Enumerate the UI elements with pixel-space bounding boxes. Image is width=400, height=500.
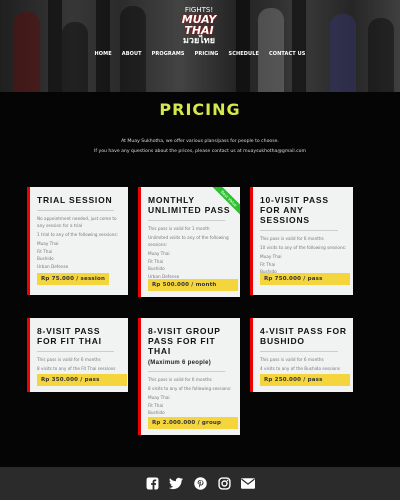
- card-list-item: Fit Thai: [148, 258, 164, 264]
- card-title: 8-VISIT GROUP PASS FOR FIT THAI: [148, 326, 221, 356]
- card-list-item: Bushido: [37, 256, 54, 261]
- card-desc: This pass is valid for 6 months: [37, 357, 101, 362]
- pricing-card-fit-thai: 8-VISIT PASS FOR FIT THAI This pass is v…: [27, 318, 128, 392]
- card-desc: 1 trial to any of the following sessions…: [37, 232, 118, 237]
- main-nav: HOME ABOUT PROGRAMS PRICING SCHEDULE CON…: [0, 51, 400, 57]
- card-list-item: Muay Thai: [148, 251, 170, 256]
- pinterest-icon[interactable]: [193, 476, 208, 491]
- card-list-item: Bushido: [148, 410, 165, 415]
- card-desc: This pass is valid for 1 month: [148, 226, 210, 231]
- card-list-item: Muay Thai: [148, 395, 170, 400]
- card-desc: This pass is valid for 6 months: [260, 357, 324, 362]
- intro-line-1: At Muay Sukhotha, we offer various plans…: [121, 139, 279, 144]
- card-title: MONTHLY UNLIMITED PASS: [148, 195, 231, 215]
- card-desc: 4 visits to any of the Bushido sessions: [260, 366, 341, 371]
- nav-pricing[interactable]: PRICING: [190, 51, 224, 57]
- pricing-card-10-visit: 10-VISIT PASS FOR ANY SESSIONS This pass…: [250, 187, 353, 295]
- card-list-item: Fit Thai: [37, 248, 53, 254]
- hero-banner: FIGHTS! MUAY THAI มวยไทย HOME ABOUT PROG…: [0, 0, 400, 92]
- card-desc: 10 visits to any of the following sessio…: [260, 245, 347, 250]
- card-title: 10-VISIT PASS FOR ANY SESSIONS: [260, 195, 329, 225]
- price-tag: Rp 2.000.000 / group: [148, 417, 238, 429]
- pricing-card-monthly: Best Value MONTHLY UNLIMITED PASS This p…: [138, 187, 240, 297]
- logo-brand-text: MUAY THAI: [181, 13, 217, 37]
- card-list-item: Muay Thai: [37, 241, 59, 246]
- card-list-item: Bushido: [148, 266, 165, 271]
- card-list-item: Urban Defense: [37, 263, 69, 269]
- card-desc: No appointment needed, just come to any …: [37, 216, 117, 228]
- card-subtitle: (Maximum 6 people): [148, 360, 212, 366]
- price-tag: Rp 500.000 / month: [148, 279, 238, 291]
- card-desc: Unlimited visits to any of the following…: [148, 235, 229, 247]
- email-icon[interactable]: [241, 476, 256, 491]
- intro-line-2: If you have any questions about the pric…: [94, 149, 306, 154]
- card-desc: 8 visits to any of the Fit Thai sessions: [37, 366, 116, 371]
- card-desc: This pass is valid for 6 months: [148, 377, 212, 382]
- pricing-card-trial: TRIAL SESSION No appointment needed, jus…: [27, 187, 128, 295]
- page-title: PRICING: [159, 100, 241, 119]
- card-desc: 8 visits to any of the following session…: [148, 386, 232, 391]
- card-title: TRIAL SESSION: [37, 195, 113, 205]
- instagram-icon[interactable]: [217, 476, 232, 491]
- card-list-item: Muay Thai: [260, 254, 282, 259]
- site-logo[interactable]: FIGHTS! MUAY THAI มวยไทย: [170, 6, 228, 46]
- card-desc: This pass is valid for 6 months: [260, 236, 324, 241]
- card-title: 8-VISIT PASS FOR FIT THAI: [37, 326, 102, 346]
- nav-schedule[interactable]: SCHEDULE: [224, 51, 264, 57]
- pricing-card-bushido: 4-VISIT PASS FOR BUSHIDO This pass is va…: [250, 318, 353, 392]
- facebook-icon[interactable]: [145, 476, 160, 491]
- nav-home[interactable]: HOME: [90, 51, 117, 57]
- price-tag: Rp 350.000 / pass: [37, 374, 127, 386]
- card-list-item: Fit Thai: [260, 261, 276, 267]
- pricing-card-group: 8-VISIT GROUP PASS FOR FIT THAI (Maximum…: [138, 318, 240, 435]
- footer: [0, 467, 400, 500]
- price-tag: Rp 75.000 / session: [37, 273, 110, 285]
- price-tag: Rp 750.000 / pass: [260, 273, 350, 285]
- logo-thai-text: มวยไทย: [183, 36, 215, 46]
- nav-about[interactable]: ABOUT: [117, 51, 147, 57]
- nav-programs[interactable]: PROGRAMS: [147, 51, 190, 57]
- card-title: 4-VISIT PASS FOR BUSHIDO: [260, 326, 347, 346]
- price-tag: Rp 250.000 / pass: [260, 374, 350, 386]
- card-list-item: Fit Thai: [148, 402, 164, 408]
- twitter-icon[interactable]: [169, 476, 184, 491]
- nav-contact[interactable]: CONTACT US: [264, 51, 310, 57]
